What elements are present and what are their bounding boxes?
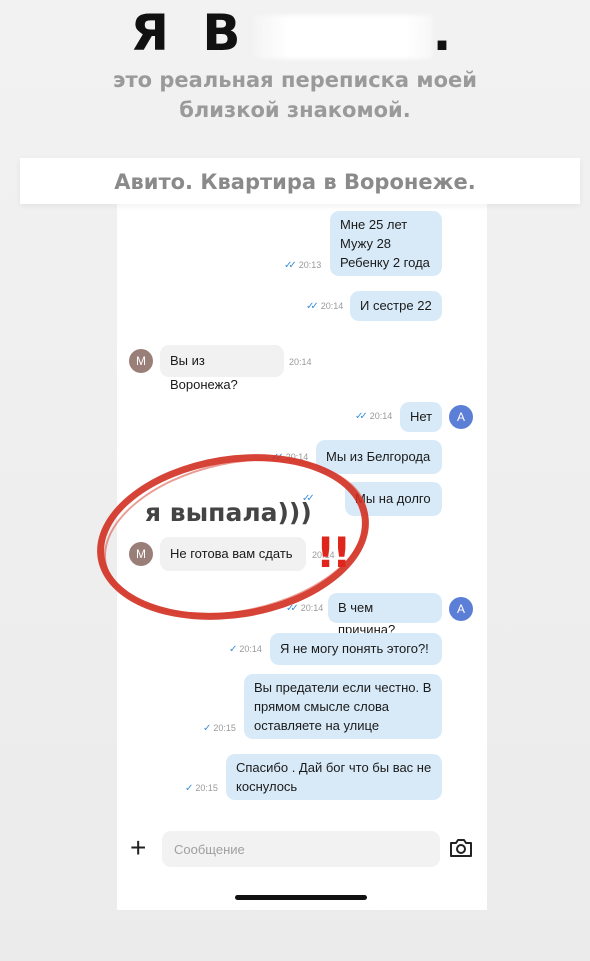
check-icon: ✓ xyxy=(185,783,194,794)
message-time: 20:14 xyxy=(369,411,393,421)
message-line: прямом смысле слова xyxy=(254,699,390,714)
subtitle: это реальная переписка моей близкой знак… xyxy=(0,65,590,125)
message-meta: ✓✓ 20:14 xyxy=(286,603,323,614)
message-line: оставляете на улице xyxy=(254,718,380,733)
headline-text: Я В xyxy=(130,4,249,62)
message-line: Мы из Белгорода xyxy=(326,449,431,464)
message-line: И сестре 22 xyxy=(360,298,432,313)
message-bubble-outgoing[interactable]: Мне 25 лет Мужу 28 Ребенку 2 года xyxy=(330,211,442,276)
message-line: Вы из Воронежа? xyxy=(170,353,238,392)
headline: Я В. xyxy=(0,4,590,62)
message-meta: ✓✓ 20:14 xyxy=(355,411,392,422)
avatar[interactable]: А xyxy=(449,405,473,429)
camera-icon[interactable] xyxy=(449,838,473,858)
message-time: 20:14 xyxy=(300,603,324,613)
message-time: 20:13 xyxy=(298,260,322,270)
double-check-icon: ✓✓ xyxy=(284,260,297,271)
message-line: Спасибо . Дай бог что бы вас не xyxy=(236,760,432,775)
message-bubble-outgoing[interactable]: Вы предатели если честно. В прямом смысл… xyxy=(244,674,442,739)
message-line: Мужу 28 xyxy=(340,236,392,251)
message-line: Вы предатели если честно. В xyxy=(254,680,432,695)
message-input[interactable] xyxy=(162,831,440,867)
message-bubble-outgoing[interactable]: Я не могу понять этого?! xyxy=(270,633,442,665)
message-bubble-outgoing[interactable]: Спасибо . Дай бог что бы вас не коснулос… xyxy=(226,754,442,800)
subtitle-line-1: это реальная переписка моей xyxy=(113,68,477,92)
message-bubble-incoming[interactable]: Вы из Воронежа? xyxy=(160,345,284,392)
caption-text: Авито. Квартира в Воронеже. xyxy=(114,170,476,194)
check-icon: ✓ xyxy=(229,644,238,655)
message-line: Я не могу понять этого?! xyxy=(280,641,429,656)
home-indicator[interactable] xyxy=(235,895,367,900)
avatar[interactable]: А xyxy=(449,597,473,621)
message-line: коснулось xyxy=(236,779,298,794)
message-time: 20:14 xyxy=(320,301,344,311)
subtitle-line-2: близкой знакомой. xyxy=(179,98,411,122)
message-meta: ✓✓ 20:13 xyxy=(284,260,321,271)
message-time: 20:15 xyxy=(195,783,218,793)
avatar[interactable]: М xyxy=(129,349,153,373)
message-bubble-outgoing[interactable]: И сестре 22 xyxy=(350,291,442,321)
message-meta: ✓ 20:14 xyxy=(229,644,262,655)
message-bubble-outgoing[interactable]: Нет xyxy=(400,402,442,432)
message-meta: ✓ 20:15 xyxy=(203,723,236,734)
message-line: Ребенку 2 года xyxy=(340,255,430,270)
message-line: Нет xyxy=(410,409,433,424)
message-bubble-outgoing[interactable]: Мы из Белгорода xyxy=(316,440,442,474)
double-check-icon: ✓✓ xyxy=(306,301,319,312)
double-check-icon: ✓✓ xyxy=(286,603,299,614)
message-meta: ✓✓ 20:14 xyxy=(306,301,343,312)
double-check-icon: ✓✓ xyxy=(355,411,368,422)
message-meta: ✓ 20:15 xyxy=(185,783,218,794)
message-line: Мне 25 лет xyxy=(340,217,408,232)
message-time: 20:14 xyxy=(239,644,262,654)
exclamation-marks: !! xyxy=(316,528,351,577)
annotation-text: я выпала))) xyxy=(145,498,312,527)
message-time: 20:14 xyxy=(289,357,312,367)
message-bubble-outgoing[interactable]: В чем причина? xyxy=(328,593,442,637)
blurred-region xyxy=(252,14,433,59)
check-icon: ✓ xyxy=(203,723,212,734)
headline-dot: . xyxy=(432,4,460,62)
plus-icon[interactable]: + xyxy=(130,834,146,862)
message-time: 20:15 xyxy=(213,723,236,733)
